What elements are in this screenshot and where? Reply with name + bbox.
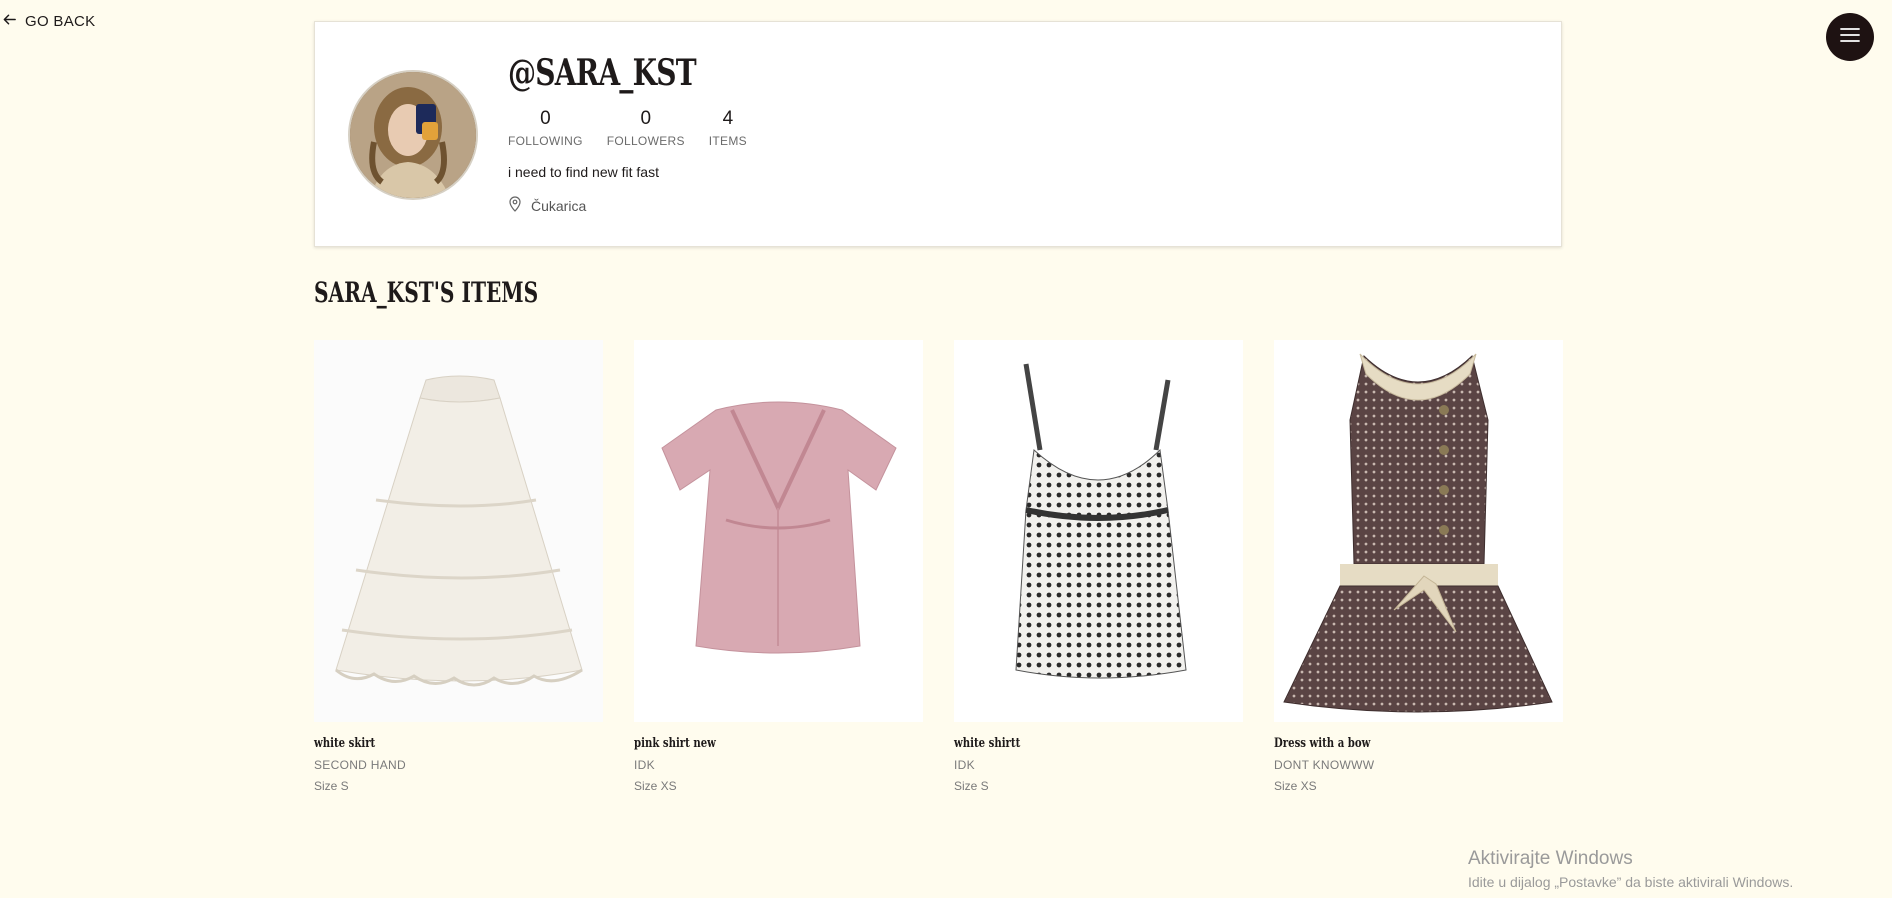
item-title[interactable]: white shirtt <box>954 736 1179 751</box>
item-condition: IDK <box>954 758 975 772</box>
item-size: Size XS <box>1274 779 1317 793</box>
item-image-white-shirt[interactable] <box>954 340 1243 722</box>
item-condition: IDK <box>634 758 655 772</box>
location-pin-icon <box>508 196 522 215</box>
go-back-label: GO BACK <box>25 13 96 30</box>
item-size: Size S <box>314 779 349 793</box>
stat-followers[interactable]: 0 FOLLOWERS <box>607 108 685 148</box>
profile-bio: i need to find new fit fast <box>508 164 659 180</box>
stat-following-label: FOLLOWING <box>508 134 583 148</box>
stat-items-value: 4 <box>722 108 734 129</box>
item-title[interactable]: Dress with a bow <box>1274 736 1499 751</box>
location-label: Čukarica <box>531 197 587 214</box>
item-card[interactable]: white shirtt IDK Size S <box>954 340 1243 793</box>
item-card[interactable]: pink shirt new IDK Size XS <box>634 340 923 793</box>
profile-card: @SARA_KST 0 FOLLOWING 0 FOLLOWERS 4 ITEM… <box>314 21 1562 247</box>
profile-stats: 0 FOLLOWING 0 FOLLOWERS 4 ITEMS <box>508 108 771 148</box>
windows-activation-watermark: Aktivirajte Windows Idite u dijalog „Pos… <box>1468 848 1793 890</box>
profile-username: @SARA_KST <box>508 52 697 94</box>
arrow-left-icon <box>2 12 17 31</box>
stat-followers-label: FOLLOWERS <box>606 134 685 148</box>
item-image-white-skirt[interactable] <box>314 340 603 722</box>
stat-following[interactable]: 0 FOLLOWING <box>508 108 583 148</box>
item-image-pink-shirt[interactable] <box>634 340 923 722</box>
stat-following-value: 0 <box>540 108 551 129</box>
hamburger-menu-icon <box>1838 23 1862 52</box>
item-size: Size XS <box>634 779 677 793</box>
item-image-dress-with-bow[interactable] <box>1274 340 1563 722</box>
item-title[interactable]: pink shirt new <box>634 736 859 751</box>
hamburger-menu-button[interactable] <box>1826 13 1874 61</box>
watermark-subtitle: Idite u dijalog „Postavke” da biste akti… <box>1468 874 1794 890</box>
items-section-title: SARA_KST'S ITEMS <box>314 276 539 309</box>
go-back-button[interactable]: GO BACK <box>2 12 95 31</box>
item-card[interactable]: Dress with a bow DONT KNOWWW Size XS <box>1274 340 1563 793</box>
stat-items-label: ITEMS <box>708 134 747 148</box>
stat-items[interactable]: 4 ITEMS <box>709 108 747 148</box>
watermark-title: Aktivirajte Windows <box>1468 848 1633 869</box>
item-title[interactable]: white skirt <box>314 736 539 751</box>
item-card[interactable]: white skirt SECOND HAND Size S <box>314 340 603 793</box>
item-size: Size S <box>954 779 989 793</box>
items-grid: white skirt SECOND HAND Size S pink shir… <box>314 340 1563 793</box>
stat-followers-value: 0 <box>640 108 652 129</box>
item-condition: DONT KNOWWW <box>1274 758 1375 772</box>
avatar <box>348 70 478 200</box>
profile-location: Čukarica <box>508 196 586 215</box>
item-condition: SECOND HAND <box>314 758 406 772</box>
